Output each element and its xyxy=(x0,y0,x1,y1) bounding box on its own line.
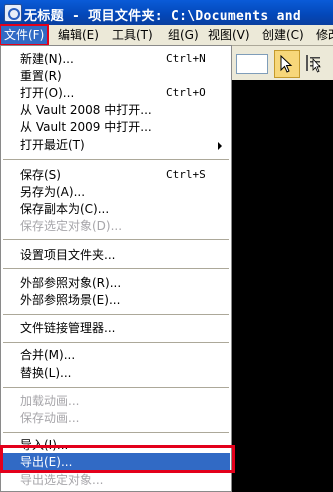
menu-item-load-animation: 加载动画... xyxy=(20,394,80,408)
menu-item-set-project-folder[interactable]: 设置项目文件夹... xyxy=(2,246,230,264)
menu-item-open[interactable]: 打开(O)... Ctrl+O xyxy=(2,84,230,102)
menu-separator xyxy=(3,239,229,240)
window-title: 无标题 - 项目文件夹: C:\Documents and xyxy=(24,9,302,24)
menu-modify[interactable]: 修改 xyxy=(312,25,333,45)
menu-item-xref-objects[interactable]: 外部参照对象(R)... xyxy=(2,274,230,292)
menu-separator xyxy=(3,432,229,433)
menu-tools[interactable]: 工具(T) xyxy=(108,25,157,45)
menu-item-xref-scene[interactable]: 外部参照场景(E)... xyxy=(2,291,230,309)
selection-filter-dropdown[interactable] xyxy=(236,54,268,74)
select-by-name-icon xyxy=(306,55,321,73)
menu-item-open-recent[interactable]: 打开最近(T) xyxy=(2,136,230,154)
menu-separator xyxy=(3,314,229,315)
select-object-button[interactable] xyxy=(274,50,300,78)
menu-create[interactable]: 创建(C) xyxy=(258,25,308,45)
menu-file[interactable]: 文件(F) xyxy=(0,24,50,46)
menu-view[interactable]: 视图(V) xyxy=(204,25,254,45)
menu-separator xyxy=(3,159,229,160)
menu-item-export[interactable]: 导出(E)... xyxy=(2,453,230,471)
menu-item-merge[interactable]: 合并(M)... xyxy=(2,346,230,364)
app-icon[interactable] xyxy=(4,4,22,22)
menu-item-save-as[interactable]: 另存为(A)... xyxy=(2,183,230,201)
cursor-arrow-icon xyxy=(280,55,293,73)
title-bar: 无标题 - 项目文件夹: C:\Documents and xyxy=(0,0,333,25)
menu-item-save-animation: 保存动画... xyxy=(20,411,80,425)
menu-item-save-copy-as[interactable]: 保存副本为(C)... xyxy=(2,200,230,218)
select-by-name-button[interactable] xyxy=(302,50,328,76)
menu-item-save[interactable]: 保存(S) Ctrl+S xyxy=(2,166,230,184)
menu-item-open-vault-2008[interactable]: 从 Vault 2008 中打开... xyxy=(2,101,230,119)
file-menu-dropdown: 新建(N)... Ctrl+N 重置(R) 打开(O)... Ctrl+O 从 … xyxy=(0,45,232,492)
menu-item-replace[interactable]: 替换(L)... xyxy=(2,364,230,382)
menu-item-file-link-manager[interactable]: 文件链接管理器... xyxy=(2,319,230,337)
main-toolbar xyxy=(232,46,333,80)
menu-bar: 文件(F) 编辑(E) 工具(T) 组(G) 视图(V) 创建(C) 修改 xyxy=(0,24,333,46)
menu-item-open-vault-2009[interactable]: 从 Vault 2009 中打开... xyxy=(2,118,230,136)
menu-item-save-selected: 保存选定对象(D)... xyxy=(20,219,123,233)
menu-item-new[interactable]: 新建(N)... Ctrl+N xyxy=(2,50,230,68)
menu-item-reset[interactable]: 重置(R) xyxy=(2,67,230,85)
menu-item-export-selected: 导出选定对象... xyxy=(20,473,104,487)
menu-separator xyxy=(3,342,229,343)
menu-item-import[interactable]: 导入(I)... xyxy=(2,436,230,454)
submenu-arrow-icon xyxy=(218,142,222,150)
menu-separator xyxy=(3,268,229,269)
menu-separator xyxy=(3,387,229,388)
menu-group[interactable]: 组(G) xyxy=(164,25,203,45)
menu-edit[interactable]: 编辑(E) xyxy=(54,25,103,45)
